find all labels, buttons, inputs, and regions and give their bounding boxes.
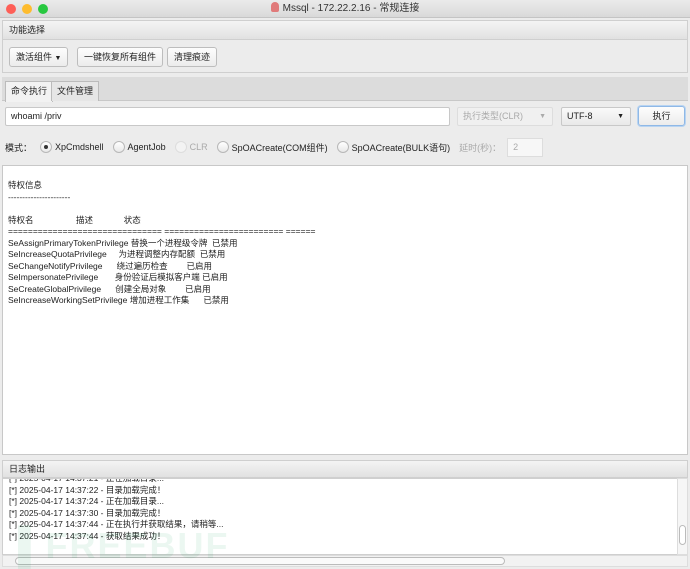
title-bar: Mssql - 172.22.2.16 - 常规连接 (0, 0, 690, 18)
delay-label: 延时(秒)： (459, 142, 502, 153)
delay-input[interactable]: 2 (507, 137, 544, 157)
close-window-button[interactable] (6, 4, 16, 14)
tab-command-exec[interactable]: 命令执行 (5, 81, 54, 102)
encoding-value: UTF-8 (567, 111, 593, 121)
output-line: SeIncreaseQuotaPrivilege 为进程调整内存配额 已禁用 (8, 249, 226, 259)
window-controls (6, 4, 48, 14)
output-line: SeImpersonatePrivilege 身份验证后模拟客户端 已启用 (8, 272, 228, 282)
clean-traces-button[interactable]: 清理痕迹 (167, 47, 218, 67)
minimize-window-button[interactable] (22, 4, 32, 14)
output-line: 特权信息 (8, 180, 43, 190)
output-line: SeCreateGlobalPrivilege 创建全局对象 已启用 (8, 283, 211, 294)
mode-xpcmdshell[interactable]: XpCmdshell (40, 141, 104, 153)
mode-option-label: SpOACreate(COM组件) (231, 142, 328, 153)
mode-label: 模式： (5, 142, 33, 153)
activate-component-dropdown[interactable]: 激活组件 ▼ (9, 47, 69, 67)
tab-bar: 命令执行 文件管理 (2, 77, 688, 102)
exec-type-value: 执行类型(CLR) (463, 111, 523, 121)
function-panel: 功能选择 激活组件 ▼ 一键恢复所有组件 清理痕迹 (2, 20, 688, 73)
encoding-select[interactable]: UTF-8 ▼ (561, 107, 631, 126)
scroll-thumb[interactable] (679, 525, 686, 545)
command-output[interactable]: 特权信息 ---------------------- 特权名 描述 状态 =====… (2, 165, 688, 455)
mode-clr[interactable]: CLR (174, 141, 208, 153)
output-line: SeChangeNotifyPrivilege 绕过遍历检查 已启用 (8, 260, 213, 271)
restore-all-button[interactable]: 一键恢复所有组件 (77, 47, 164, 67)
log-line: [*] 2025-04-17 14:37:24 - 正在加载目录... (9, 496, 164, 506)
mode-option-label: SpOACreate(BULK语句) (351, 142, 451, 153)
log-title: 日志输出 (2, 460, 688, 478)
output-line: 特权名 描述 状态 (8, 214, 141, 225)
chevron-down-icon: ▼ (617, 113, 624, 120)
output-line: SeIncreaseWorkingSetPrivilege 增加进程工作集 已禁… (8, 295, 229, 305)
mode-agentjob[interactable]: AgentJob (112, 141, 166, 153)
mode-spoacreate-com[interactable]: SpOACreate(COM组件) (216, 141, 328, 154)
output-lines: 特权信息 ---------------------- 特权名 描述 状态 =====… (8, 180, 682, 307)
tab-file-manager[interactable]: 文件管理 (51, 81, 100, 101)
window-title: Mssql - 172.22.2.16 - 常规连接 (282, 3, 420, 14)
radio-icon (174, 141, 187, 153)
watermark-logo: ▌FREEBUF (18, 525, 230, 566)
mode-row: 模式： XpCmdshell AgentJob CLR SpOACreate(C… (5, 137, 544, 157)
command-input[interactable]: whoami /priv (5, 107, 450, 126)
function-panel-title: 功能选择 (3, 21, 687, 40)
mode-option-label: XpCmdshell (55, 142, 104, 152)
output-line: =============================== ========… (8, 226, 316, 236)
output-line: SeAssignPrimaryTokenPrivilege 替换一个进程级令牌 … (8, 237, 238, 248)
app-logo-icon (270, 2, 279, 12)
log-line: [*] 2025-04-17 14:37:22 - 目录加载完成！ (9, 484, 166, 495)
mode-option-label: CLR (189, 142, 208, 152)
execute-button[interactable]: 执行 (638, 106, 685, 126)
mode-option-label: AgentJob (127, 142, 166, 152)
maximize-window-button[interactable] (38, 4, 48, 14)
radio-icon (216, 141, 229, 153)
chevron-down-icon: ▼ (539, 113, 546, 120)
output-line: ---------------------- (8, 191, 71, 202)
radio-icon (336, 141, 349, 153)
activate-label: 激活组件 (16, 52, 53, 62)
chevron-down-icon: ▼ (54, 55, 62, 62)
log-vertical-scrollbar[interactable] (677, 478, 688, 555)
radio-icon (40, 141, 53, 153)
radio-icon (112, 141, 125, 153)
mode-spoacreate-bulk[interactable]: SpOACreate(BULK语句) (336, 141, 451, 154)
exec-type-select[interactable]: 执行类型(CLR) ▼ (457, 107, 553, 126)
log-line: [*] 2025-04-17 14:37:30 - 目录加载完成！ (9, 507, 166, 518)
